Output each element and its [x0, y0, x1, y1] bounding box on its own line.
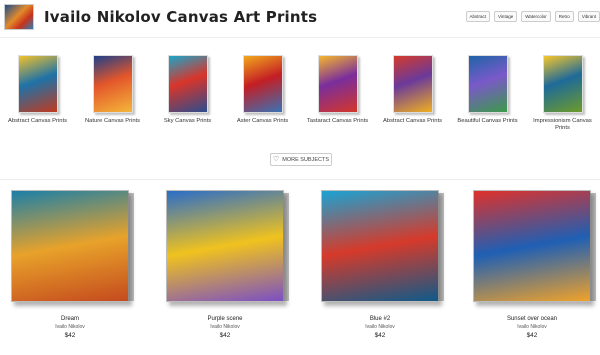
product-image[interactable] — [11, 190, 134, 302]
product-artist[interactable]: Ivailo Nikolov — [467, 324, 597, 330]
subject-item[interactable]: Sky Canvas Prints — [150, 55, 225, 125]
product-image[interactable] — [321, 190, 444, 302]
subject-label: Impressionism Canvas Prints — [533, 118, 592, 131]
subject-label: Abstract Canvas Prints — [383, 118, 442, 124]
subject-item[interactable]: Abstract Canvas Prints — [0, 55, 75, 125]
chip-abstract[interactable]: Abstract — [465, 11, 491, 22]
subject-thumbnail — [467, 55, 508, 113]
page-title: Ivailo Nikolov Canvas Art Prints — [44, 8, 318, 26]
more-subjects-label: MORE SUBJECTS — [282, 156, 330, 163]
subject-label: Nature Canvas Prints — [84, 118, 141, 124]
product-card[interactable]: Purple scene Ivailo Nikolov $42 — [160, 190, 290, 339]
product-price: $42 — [64, 332, 76, 339]
subject-thumbnail — [17, 55, 58, 113]
product-artist[interactable]: Ivailo Nikolov — [5, 324, 135, 330]
chip-watercolor[interactable]: Watercolor — [521, 11, 551, 22]
heart-icon: ♡ — [272, 156, 280, 163]
subject-label: Sky Canvas Prints — [163, 118, 212, 124]
subject-label: Beautiful Canvas Prints — [457, 118, 518, 124]
divider — [0, 179, 600, 180]
subject-item[interactable]: Abstract Canvas Prints — [375, 55, 450, 125]
subjects-row: Abstract Canvas Prints Nature Canvas Pri… — [0, 55, 600, 140]
subject-thumbnail — [242, 55, 283, 113]
product-card[interactable]: Sunset over ocean Ivailo Nikolov $42 — [467, 190, 597, 339]
subject-thumbnail — [167, 55, 208, 113]
product-title[interactable]: Purple scene — [160, 316, 290, 322]
product-title[interactable]: Blue #2 — [315, 316, 445, 322]
divider — [0, 37, 600, 38]
product-price: $42 — [374, 332, 386, 339]
products-row: Dream Ivailo Nikolov $42 Purple scene Iv… — [0, 190, 600, 355]
subject-item[interactable]: Tastaract Canvas Prints — [300, 55, 375, 125]
product-image[interactable] — [473, 190, 596, 302]
subject-thumbnail — [317, 55, 358, 113]
chip-vintage[interactable]: Vintage — [494, 11, 518, 22]
more-subjects-button[interactable]: ♡ MORE SUBJECTS — [270, 153, 332, 166]
avatar[interactable] — [4, 4, 34, 30]
subject-item[interactable]: Impressionism Canvas Prints — [525, 55, 600, 132]
product-card[interactable]: Blue #2 Ivailo Nikolov $42 — [315, 190, 445, 339]
subject-item[interactable]: Aster Canvas Prints — [225, 55, 300, 125]
subject-item[interactable]: Nature Canvas Prints — [75, 55, 150, 125]
product-price: $42 — [526, 332, 538, 339]
product-artist[interactable]: Ivailo Nikolov — [315, 324, 445, 330]
chip-retro[interactable]: Retro — [554, 11, 574, 22]
chip-vibrant[interactable]: Vibrant — [577, 11, 600, 22]
product-title[interactable]: Dream — [5, 316, 135, 322]
product-artist[interactable]: Ivailo Nikolov — [160, 324, 290, 330]
product-image[interactable] — [166, 190, 289, 302]
subject-thumbnail — [92, 55, 133, 113]
subject-thumbnail — [542, 55, 583, 113]
subject-thumbnail — [392, 55, 433, 113]
subject-label: Aster Canvas Prints — [236, 118, 289, 124]
subject-item[interactable]: Beautiful Canvas Prints — [450, 55, 525, 125]
subject-label: Abstract Canvas Prints — [8, 118, 67, 124]
product-title[interactable]: Sunset over ocean — [467, 316, 597, 322]
header: Ivailo Nikolov Canvas Art Prints Abstrac… — [0, 0, 600, 34]
product-card[interactable]: Dream Ivailo Nikolov $42 — [5, 190, 135, 339]
product-price: $42 — [219, 332, 231, 339]
subject-label: Tastaract Canvas Prints — [306, 118, 369, 124]
filter-chips: Abstract Vintage Watercolor Retro Vibran… — [465, 11, 600, 22]
